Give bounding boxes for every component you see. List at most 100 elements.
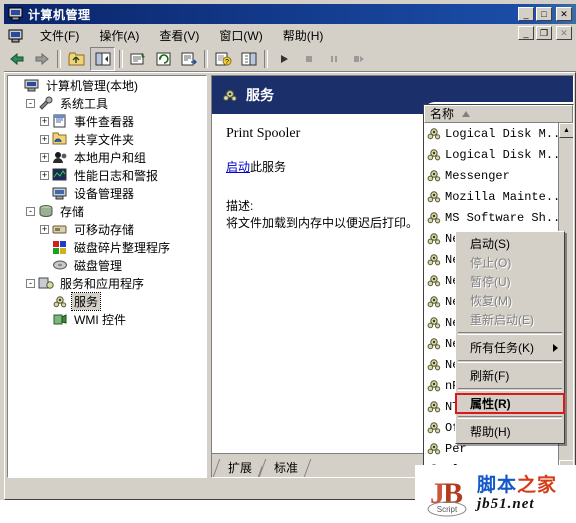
pause-service-icon[interactable] [322,48,345,70]
expand-toggle-icon[interactable]: + [40,170,49,180]
child-close-button[interactable]: ✕ [556,26,572,40]
expand-toggle-icon[interactable]: + [40,224,49,234]
list-item-label: Mozilla Mainte... [445,189,558,204]
ctx-refresh[interactable]: 刷新 (F) [456,366,564,385]
tab-extended[interactable]: 扩展 [216,459,263,477]
tree-node[interactable]: WMI 控件 [8,310,206,328]
tree-node-label: 磁盘管理 [74,258,123,273]
window-controls: _ □ ✕ [518,7,574,21]
restart-service-icon[interactable] [347,48,370,70]
computer-management-window: 计算机管理 _ □ ✕ 文件(F) 操作(A) 查看(V) 窗口(W) 帮助(H… [0,0,576,523]
title-bar: 计算机管理 _ □ ✕ [4,4,576,24]
menu-item-label: 暂停 [470,275,495,289]
ctx-all-tasks[interactable]: 所有任务 (K) [456,338,564,357]
expand-toggle-icon[interactable]: + [40,152,49,162]
start-service-icon[interactable] [272,48,295,70]
watermark-url: jb51.net [477,495,535,512]
performance-icon [52,168,68,183]
child-restore-button[interactable]: ❐ [536,26,552,40]
child-minimize-button[interactable]: _ [518,26,534,40]
help-icon[interactable]: ? [212,48,235,70]
list-item[interactable]: Logical Disk M... [424,123,558,144]
expand-toggle-icon[interactable]: + [40,134,49,144]
menu-bar: 文件(F) 操作(A) 查看(V) 窗口(W) 帮助(H) [4,25,576,47]
minimize-icon: _ [523,8,529,19]
close-icon: ✕ [560,8,568,19]
tree-node[interactable]: 服务 [8,291,206,311]
properties-icon[interactable] [127,48,150,70]
list-item[interactable]: MS Software Sh... [424,207,558,228]
back-icon[interactable] [5,48,28,70]
services-icon [426,147,442,162]
tree-node[interactable]: + 性能日志和警报 [8,166,206,184]
submenu-arrow-icon [553,343,558,352]
device-manager-icon [52,186,68,201]
tree-node-label: 系统工具 [60,96,109,111]
services-icon [426,210,442,225]
system-menu-icon[interactable] [8,28,24,43]
tree-node[interactable]: + 共享文件夹 [8,130,206,148]
close-icon: ✕ [560,27,568,38]
watermark-cn-1: 脚本 [477,474,518,496]
list-item[interactable]: Mozilla Mainte... [424,186,558,207]
refresh-icon[interactable] [152,48,175,70]
menu-window[interactable]: 窗口(W) [209,25,272,46]
tree-node[interactable]: + 事件查看器 [8,112,206,130]
collapse-toggle-icon[interactable]: - [26,278,35,288]
menu-item-accelerator: (R) [494,396,511,411]
watermark-text: 脚本之家 jb51.net [477,474,557,513]
maximize-button[interactable]: □ [536,7,552,21]
expand-toggle-icon[interactable]: + [40,116,49,126]
collapse-toggle-icon[interactable]: - [26,98,35,108]
ctx-start[interactable]: 启动 (S) [456,234,564,253]
tree-node[interactable]: + 本地用户和组 [8,148,206,166]
tree-node[interactable]: 计算机管理(本地) [8,76,206,94]
list-item-label: Messenger [445,168,510,183]
tree-node[interactable]: + 可移动存储 [8,220,206,238]
window-title: 计算机管理 [28,7,91,22]
menu-file[interactable]: 文件(F) [30,25,89,46]
tree-node[interactable]: - 服务和应用程序 [8,274,206,292]
watermark-cn: 脚本之家 [477,474,557,496]
console-tree[interactable]: 计算机管理(本地) - 系统工具 + 事件查看器 + 共享文件夹 + 本地用户和组 + 性能日志和警… [7,75,207,478]
tree-node-label: 性能日志和警报 [74,168,159,183]
services-icon [426,399,442,414]
menu-view[interactable]: 查看(V) [149,25,209,46]
menu-item-label: 重新启动 [470,313,519,327]
start-service-link[interactable]: 启动 [226,160,250,174]
tab-standard[interactable]: 标准 [262,459,309,477]
tree-node[interactable]: 设备管理器 [8,184,206,202]
close-button[interactable]: ✕ [556,7,572,21]
minimize-button[interactable]: _ [518,7,534,21]
toolbar: ? [4,47,576,72]
list-item[interactable]: Logical Disk M... [424,144,558,165]
menu-action-accel: (A) [123,29,140,43]
tree-node[interactable]: - 系统工具 [8,94,206,112]
services-icon [426,273,442,288]
users-groups-icon [52,150,68,165]
menu-action[interactable]: 操作(A) [89,25,149,46]
export-list-icon[interactable] [177,48,200,70]
ctx-help[interactable]: 帮助 (H) [456,422,564,441]
menu-file-accel: (F) [64,29,80,43]
forward-icon[interactable] [30,48,53,70]
tree-node[interactable]: 磁盘管理 [8,256,206,274]
shared-folder-icon [52,132,68,147]
removable-storage-icon [52,222,68,237]
column-header-name[interactable]: 名称 [424,105,573,123]
tree-node[interactable]: - 存储 [8,202,206,220]
up-folder-icon[interactable] [65,48,88,70]
ctx-properties[interactable]: 属性 (R) [455,393,565,414]
show-pane-icon[interactable] [237,48,260,70]
tree-node[interactable]: 磁盘碎片整理程序 [8,238,206,256]
list-item-label: Logical Disk M... [445,147,558,162]
list-item[interactable]: Messenger [424,165,558,186]
menu-separator [458,332,562,335]
scroll-up-button[interactable]: ▲ [559,123,573,138]
show-tree-icon[interactable] [90,47,115,71]
collapse-toggle-icon[interactable]: - [26,206,35,216]
services-icon [426,126,442,141]
tree-node-label: 计算机管理(本地) [46,78,138,93]
menu-help[interactable]: 帮助(H) [273,25,334,46]
stop-service-icon[interactable] [297,48,320,70]
